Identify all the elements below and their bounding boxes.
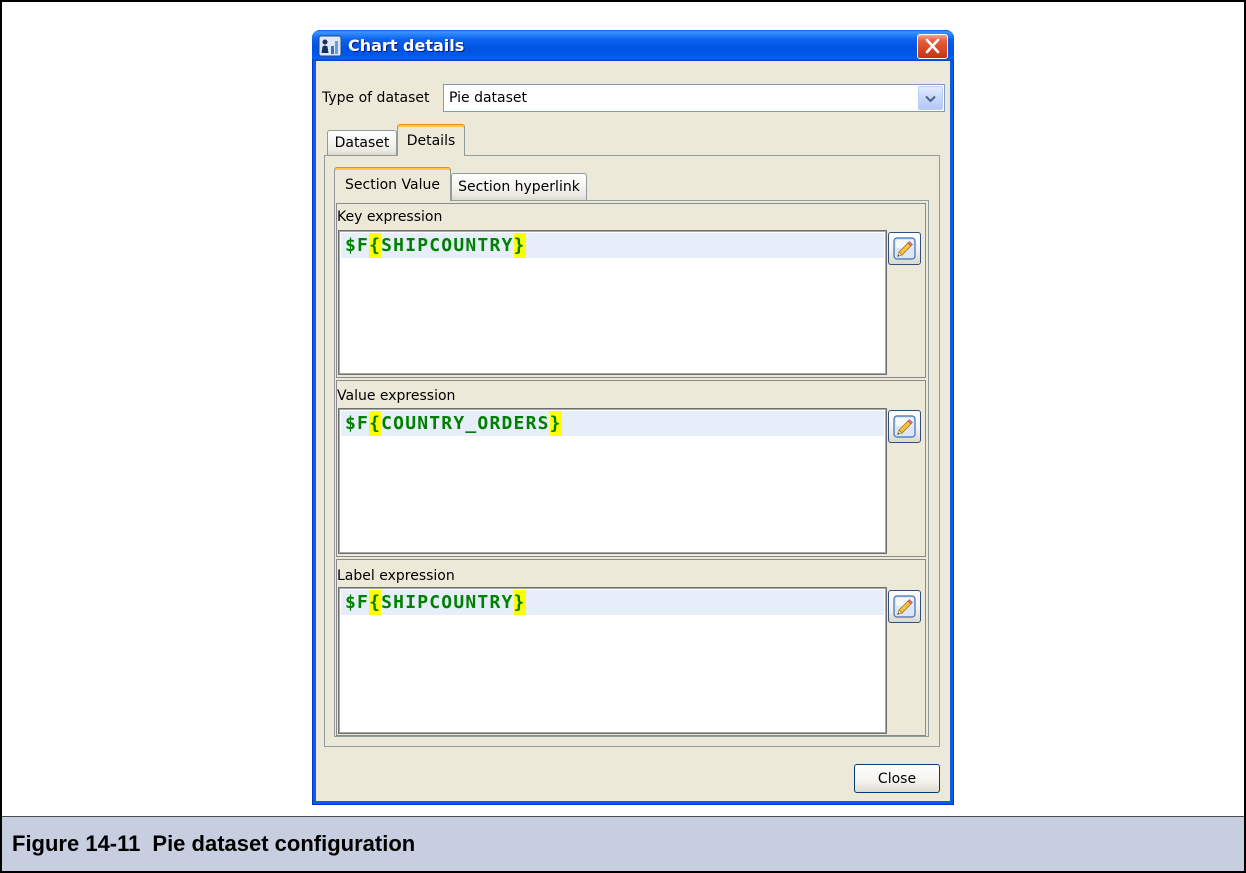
- tab-dataset[interactable]: Dataset: [327, 130, 397, 155]
- label-expression-section: Label expression $F{SHIPCOUNTRY}: [336, 559, 926, 736]
- dataset-type-select[interactable]: Pie dataset: [443, 84, 945, 112]
- value-expression-editor[interactable]: $F{COUNTRY_ORDERS}: [338, 408, 887, 554]
- tab-details-label: Details: [406, 132, 456, 149]
- tab-section-hyperlink-label: Section hyperlink: [458, 179, 580, 195]
- dataset-type-dropdown-button[interactable]: [918, 86, 943, 110]
- section-value-panel: Key expression $F{SHIPCOUNTRY} Value exp…: [334, 200, 929, 737]
- value-expression-section: Value expression $F{COUNTRY_ORDERS}: [336, 380, 926, 557]
- pencil-edit-icon: [893, 595, 916, 618]
- title-bar[interactable]: Chart details: [312, 30, 954, 61]
- brace-highlight: {: [369, 411, 382, 436]
- brace-highlight: {: [369, 590, 382, 615]
- key-expression-label: Key expression: [337, 209, 443, 225]
- brace-highlight: {: [369, 233, 382, 258]
- value-expression-label: Value expression: [337, 388, 456, 404]
- key-expression-editor[interactable]: $F{SHIPCOUNTRY}: [338, 230, 887, 375]
- key-expression-text: $F{SHIPCOUNTRY}: [345, 233, 526, 258]
- chart-details-dialog: Chart details Type of dataset Pie datase…: [312, 30, 954, 805]
- key-expression-edit-button[interactable]: [888, 232, 921, 265]
- window-close-button[interactable]: [917, 34, 948, 59]
- chevron-down-icon: [925, 95, 936, 103]
- chart-report-icon[interactable]: [318, 34, 342, 58]
- label-expression-label: Label expression: [337, 568, 455, 584]
- close-icon: [925, 38, 940, 54]
- brace-highlight: }: [549, 411, 562, 436]
- tab-dataset-label: Dataset: [334, 135, 390, 151]
- value-expression-edit-button[interactable]: [888, 410, 921, 443]
- pencil-edit-icon: [893, 415, 916, 438]
- tab-section-value[interactable]: Section Value: [334, 167, 451, 201]
- brace-highlight: }: [513, 233, 526, 258]
- label-expression-editor[interactable]: $F{SHIPCOUNTRY}: [338, 587, 887, 734]
- figure-caption: Figure 14-11 Pie dataset configuration: [2, 816, 1244, 871]
- figure-number: Figure 14-11: [12, 831, 141, 856]
- pencil-edit-icon: [893, 237, 916, 260]
- figure-frame: Chart details Type of dataset Pie datase…: [0, 0, 1246, 873]
- dialog-title: Chart details: [348, 36, 465, 55]
- dataset-type-value: Pie dataset: [449, 90, 528, 106]
- close-button[interactable]: Close: [854, 764, 940, 793]
- label-expression-text: $F{SHIPCOUNTRY}: [345, 590, 526, 615]
- tab-details[interactable]: Details: [397, 124, 465, 156]
- brace-highlight: }: [513, 590, 526, 615]
- tab-section-value-label: Section Value: [345, 176, 440, 193]
- key-expression-section: Key expression $F{SHIPCOUNTRY}: [336, 203, 926, 378]
- label-expression-edit-button[interactable]: [888, 590, 921, 623]
- dialog-body: Type of dataset Pie dataset Dataset Deta…: [316, 61, 950, 801]
- value-expression-text: $F{COUNTRY_ORDERS}: [345, 411, 562, 436]
- details-tab-panel: Section Value Section hyperlink Key expr…: [324, 155, 940, 747]
- close-button-label: Close: [877, 770, 917, 787]
- dataset-type-label: Type of dataset: [322, 90, 430, 106]
- figure-title: Pie dataset configuration: [152, 831, 416, 856]
- tab-section-hyperlink[interactable]: Section hyperlink: [451, 173, 587, 200]
